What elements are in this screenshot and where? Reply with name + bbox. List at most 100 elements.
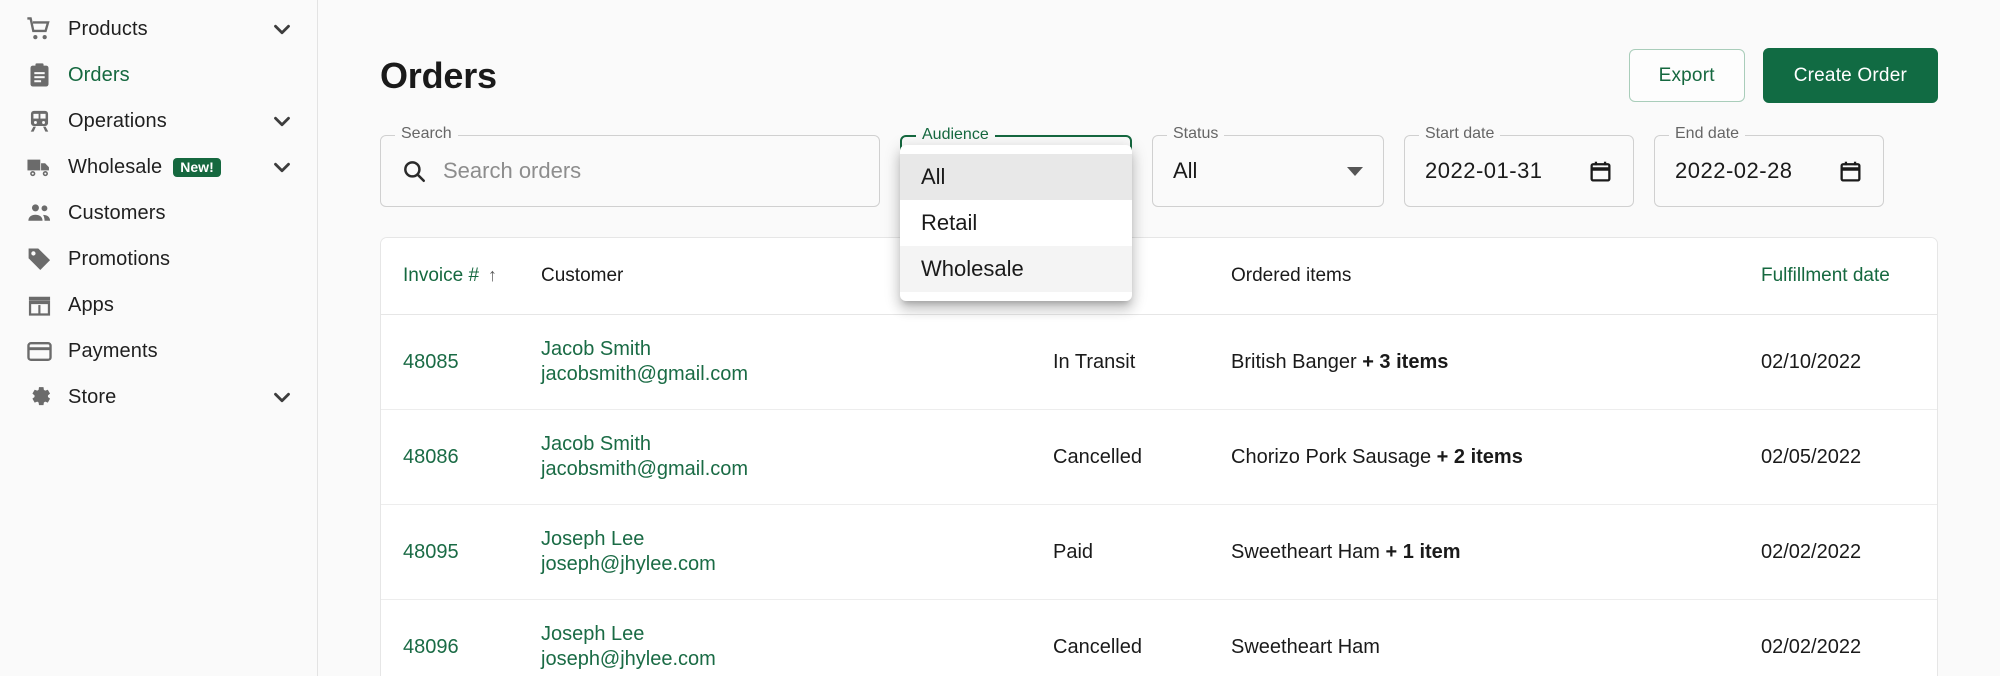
customer-name-link[interactable]: Joseph Lee [541, 622, 1053, 647]
sidebar-item-wholesale[interactable]: Wholesale New! [0, 144, 317, 190]
audience-dropdown-menu[interactable]: All Retail Wholesale [900, 145, 1132, 301]
column-header-items[interactable]: Ordered items [1231, 238, 1761, 315]
calendar-icon[interactable] [1588, 159, 1613, 184]
search-input-placeholder[interactable]: Search orders [443, 158, 581, 184]
table-row[interactable]: 48086 Jacob Smith jacobsmith@gmail.com Canc… [381, 409, 1937, 505]
invoice-link[interactable]: 48086 [403, 446, 459, 468]
sidebar-item-apps[interactable]: Apps [0, 282, 317, 328]
cell-fulfillment-date: 02/05/2022 [1761, 409, 1937, 505]
status-text: In Transit [1053, 350, 1136, 373]
app-root: Products Orders Operations Wholesale New! Cus… [0, 0, 2000, 676]
main-content: Orders Export Create Order Search Search… [318, 0, 2000, 676]
column-header-fulfil[interactable]: Fulfillment date [1761, 238, 1937, 315]
customer-name-link[interactable]: Joseph Lee [541, 527, 1053, 552]
train-icon [26, 108, 56, 134]
item-extra-count: + 1 item [1385, 540, 1461, 563]
header-actions: Export Create Order [1628, 48, 1938, 103]
search-field[interactable]: Search Search orders [380, 126, 880, 207]
end-date-value[interactable]: 2022-02-28 [1675, 158, 1793, 184]
table-body: 48085 Jacob Smith jacobsmith@gmail.com In T… [381, 314, 1937, 676]
end-date-legend: End date [1669, 126, 1746, 142]
column-header-label: Ordered items [1231, 265, 1352, 286]
cell-invoice: 48095 [381, 504, 541, 600]
start-date-value[interactable]: 2022-01-31 [1425, 158, 1543, 184]
customer-email-link[interactable]: joseph@jhylee.com [541, 552, 1053, 577]
audience-filter-wrapper: Audience All AllRetailWholesale [900, 127, 1132, 301]
cell-customer: Jacob Smith jacobsmith@gmail.com [541, 314, 1053, 410]
sort-ascending-icon[interactable]: ↑ [488, 265, 497, 285]
audience-option-wholesale[interactable]: Wholesale [900, 246, 1132, 292]
cell-fulfillment-date: 02/02/2022 [1761, 504, 1937, 600]
cell-ordered-items: Sweetheart Ham + 1 item [1231, 504, 1761, 600]
audience-legend: Audience [916, 127, 995, 143]
table-row[interactable]: 48085 Jacob Smith jacobsmith@gmail.com In T… [381, 314, 1937, 410]
sidebar-item-label: Promotions [68, 247, 171, 270]
cell-ordered-items: British Banger + 3 items [1231, 314, 1761, 410]
sidebar-item-label: Products [68, 17, 148, 40]
search-legend: Search [395, 126, 458, 142]
cell-status: In Transit [1053, 314, 1231, 410]
status-text: Paid [1053, 540, 1094, 563]
item-name: British Banger [1231, 350, 1357, 373]
tag-icon [26, 246, 56, 272]
sidebar-item-label: Orders [68, 63, 130, 86]
chevron-down-icon[interactable] [269, 108, 295, 134]
customer-name-link[interactable]: Jacob Smith [541, 432, 1053, 457]
sidebar-item-products[interactable]: Products [0, 6, 317, 52]
customer-email-link[interactable]: joseph@jhylee.com [541, 647, 1053, 672]
table-row[interactable]: 48096 Joseph Lee joseph@jhylee.com Cancelle… [381, 599, 1937, 676]
people-icon [26, 200, 56, 226]
fulfillment-date-text: 02/05/2022 [1761, 445, 1862, 468]
sidebar-item-customers[interactable]: Customers [0, 190, 317, 236]
cell-fulfillment-date: 02/10/2022 [1761, 314, 1937, 410]
end-date-field[interactable]: End date 2022-02-28 [1654, 126, 1884, 207]
status-legend: Status [1167, 126, 1225, 142]
calendar-icon[interactable] [1838, 159, 1863, 184]
invoice-link[interactable]: 48095 [403, 541, 459, 563]
column-header-label: Invoice # [403, 265, 480, 286]
search-icon [401, 158, 427, 184]
create-order-button[interactable]: Create Order [1762, 48, 1938, 103]
sidebar-item-payments[interactable]: Payments [0, 328, 317, 374]
export-button[interactable]: Export [1628, 49, 1745, 102]
sidebar: Products Orders Operations Wholesale New! Cus… [0, 0, 318, 676]
item-extra-count: + 2 items [1436, 445, 1523, 468]
status-select[interactable]: Status All [1152, 126, 1384, 207]
table-row[interactable]: 48095 Joseph Lee joseph@jhylee.com Paid Swee… [381, 504, 1937, 600]
sidebar-item-label: Apps [68, 293, 114, 316]
customer-name-link[interactable]: Jacob Smith [541, 337, 1053, 362]
chevron-down-icon[interactable] [269, 16, 295, 42]
store-front-icon [26, 292, 56, 318]
gear-icon [26, 384, 56, 410]
audience-option-all[interactable]: All [900, 154, 1132, 200]
cell-ordered-items: Chorizo Pork Sausage + 2 items [1231, 409, 1761, 505]
sidebar-item-orders[interactable]: Orders [0, 52, 317, 98]
invoice-link[interactable]: 48085 [403, 351, 459, 373]
cell-customer: Jacob Smith jacobsmith@gmail.com [541, 409, 1053, 505]
fulfillment-date-text: 02/10/2022 [1761, 350, 1862, 373]
cell-invoice: 48086 [381, 409, 541, 505]
cell-invoice: 48085 [381, 314, 541, 410]
column-header-label: Customer [541, 265, 624, 286]
chevron-down-icon[interactable] [269, 154, 295, 180]
sidebar-item-operations[interactable]: Operations [0, 98, 317, 144]
item-name: Sweetheart Ham [1231, 635, 1380, 658]
cell-customer: Joseph Lee joseph@jhylee.com [541, 599, 1053, 676]
chevron-down-icon[interactable] [269, 384, 295, 410]
column-header-invoice[interactable]: Invoice # ↑ [381, 238, 541, 315]
cell-customer: Joseph Lee joseph@jhylee.com [541, 504, 1053, 600]
customer-email-link[interactable]: jacobsmith@gmail.com [541, 362, 1053, 387]
start-date-field[interactable]: Start date 2022-01-31 [1404, 126, 1634, 207]
fulfillment-date-text: 02/02/2022 [1761, 635, 1862, 658]
sidebar-item-store[interactable]: Store [0, 374, 317, 420]
truck-icon [26, 154, 56, 180]
item-extra-count: + 3 items [1362, 350, 1449, 373]
cell-fulfillment-date: 02/02/2022 [1761, 599, 1937, 676]
sidebar-item-promotions[interactable]: Promotions [0, 236, 317, 282]
audience-option-retail[interactable]: Retail [900, 200, 1132, 246]
customer-email-link[interactable]: jacobsmith@gmail.com [541, 457, 1053, 482]
cell-invoice: 48096 [381, 599, 541, 676]
invoice-link[interactable]: 48096 [403, 636, 459, 658]
sidebar-item-label: Wholesale [68, 155, 163, 178]
status-text: Cancelled [1053, 635, 1142, 658]
